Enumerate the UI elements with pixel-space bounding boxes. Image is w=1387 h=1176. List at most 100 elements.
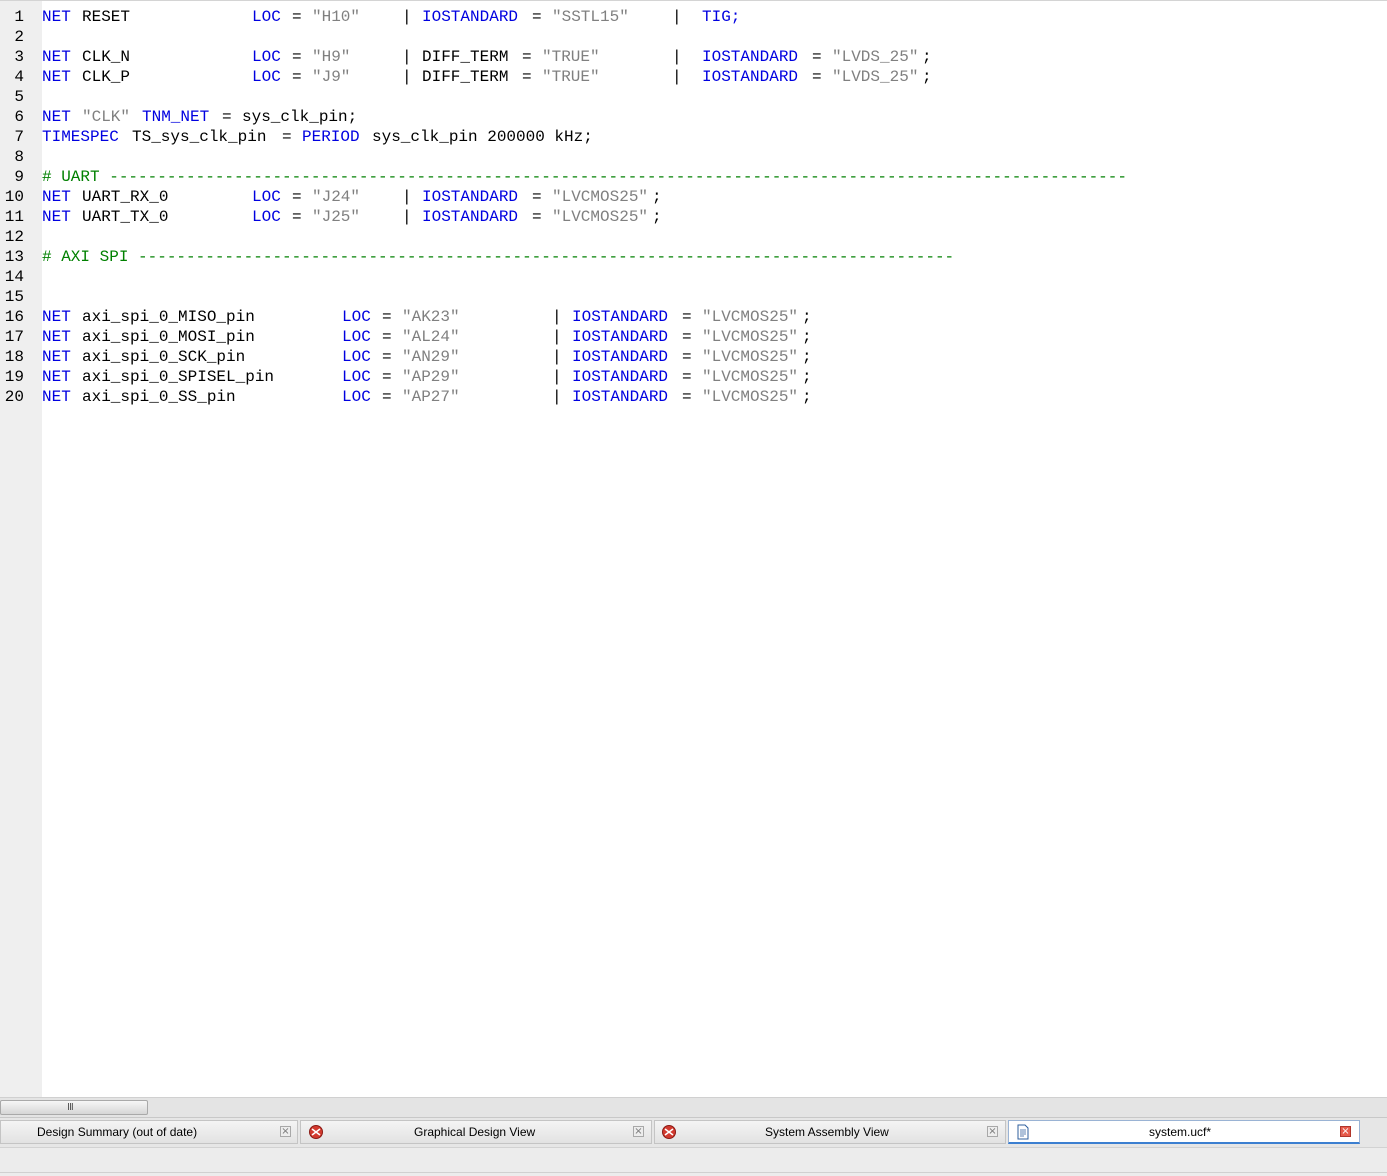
close-icon[interactable]: × xyxy=(280,1126,291,1137)
string-token: "LVDS_25" xyxy=(832,68,919,86)
close-icon[interactable]: × xyxy=(1340,1126,1351,1137)
text-token: = xyxy=(382,348,392,366)
string-token: "LVDS_25" xyxy=(832,48,919,66)
line-number: 1 xyxy=(14,8,24,26)
code-line[interactable]: 6 NET "CLK" TNM_NET = sys_clk_pin; xyxy=(0,107,1387,127)
tab-label: system.ucf* xyxy=(1149,1125,1212,1139)
text-token: sys_clk_pin 200000 kHz; xyxy=(372,128,593,146)
code-line[interactable]: 14 xyxy=(0,267,1387,287)
code-line[interactable]: 11 NET UART_TX_0 LOC = "J25" | IOSTANDARD = "LVCM… xyxy=(0,207,1387,227)
line-number: 2 xyxy=(14,28,24,46)
code-line[interactable]: 2 xyxy=(0,27,1387,47)
string-token: "J9" xyxy=(312,68,351,86)
text-token: axi_spi_0_SS_pin xyxy=(82,388,236,406)
text-token: sys_clk_pin; xyxy=(242,108,358,126)
text-token: = xyxy=(522,48,532,66)
line-number: 12 xyxy=(4,228,24,246)
keyword-token: IOSTANDARD xyxy=(702,68,799,86)
tab-system-ucf[interactable]: system.ucf* × xyxy=(1008,1120,1360,1144)
code-line[interactable]: 13 # AXI SPI ----------------------------… xyxy=(0,247,1387,267)
keyword-token: IOSTANDARD xyxy=(422,8,519,26)
text-token: DIFF_TERM xyxy=(422,48,509,66)
text-token: = xyxy=(682,388,692,406)
code-line[interactable]: 4 NET CLK_P LOC = "J9" | DIFF_TERM = "TRUE" | IOSTA… xyxy=(0,67,1387,87)
tab-system-assembly-view[interactable]: System Assembly View × xyxy=(654,1120,1006,1144)
line-number: 10 xyxy=(4,188,24,206)
document-icon xyxy=(1017,1124,1029,1140)
string-token: "H9" xyxy=(312,48,351,66)
text-token: = xyxy=(282,128,292,146)
text-token: = xyxy=(682,348,692,366)
text-token: | xyxy=(402,68,412,86)
code-line[interactable]: 18 NET axi_spi_0_SCK_pin LOC = "AN29" | IOSTAND… xyxy=(0,347,1387,367)
text-token: DIFF_TERM xyxy=(422,68,509,86)
text-token: ; xyxy=(922,48,932,66)
keyword-token: NET xyxy=(42,368,71,386)
code-line[interactable]: 19 NET axi_spi_0_SPISEL_pin LOC = "AP29" | IOST… xyxy=(0,367,1387,387)
text-token: axi_spi_0_MISO_pin xyxy=(82,308,255,326)
keyword-token: NET xyxy=(42,188,71,206)
text-token: ; xyxy=(802,348,812,366)
text-token: | xyxy=(672,68,682,86)
code-line[interactable]: 20 NET axi_spi_0_SS_pin LOC = "AP27" | IOSTANDA… xyxy=(0,387,1387,407)
keyword-token: IOSTANDARD xyxy=(702,48,799,66)
code-line[interactable]: 3 NET CLK_N LOC = "H9" | DIFF_TERM = "TRUE" | IOSTA… xyxy=(0,47,1387,67)
keyword-token: LOC xyxy=(342,308,371,326)
status-bar xyxy=(0,1147,1387,1176)
tab-design-summary[interactable]: Design Summary (out of date) × xyxy=(0,1120,298,1144)
string-token: "TRUE" xyxy=(542,48,600,66)
tab-label: Design Summary (out of date) xyxy=(37,1125,198,1139)
code-line[interactable]: 1 NET RESET LOC = "H10" | IOSTANDARD = "SSTL15" | T… xyxy=(0,7,1387,27)
keyword-token: PERIOD xyxy=(302,128,360,146)
text-token: ; xyxy=(802,328,812,346)
string-token: "J25" xyxy=(312,208,361,226)
code-line[interactable]: 8 xyxy=(0,147,1387,167)
text-token: TS_sys_clk_pin xyxy=(132,128,267,146)
text-token: axi_spi_0_SPISEL_pin xyxy=(82,368,275,386)
line-number: 8 xyxy=(14,148,24,166)
comment-token: # AXI SPI ------------------------------… xyxy=(42,248,955,266)
text-token: = xyxy=(292,8,302,26)
text-token: | xyxy=(402,188,412,206)
line-number: 14 xyxy=(4,268,24,286)
keyword-token: NET xyxy=(42,208,71,226)
code-line[interactable]: 15 xyxy=(0,287,1387,307)
string-token: "LVCMOS25" xyxy=(702,368,799,386)
close-icon[interactable]: × xyxy=(987,1126,998,1137)
string-token: "SSTL15" xyxy=(552,8,629,26)
tab-graphical-design-view[interactable]: Graphical Design View × xyxy=(300,1120,652,1144)
text-token: ; xyxy=(802,388,812,406)
horizontal-scrollbar[interactable]: III xyxy=(0,1097,1387,1118)
text-token: = xyxy=(682,368,692,386)
xps-icon xyxy=(309,1125,323,1139)
code-line[interactable]: 9 # UART --------------------------------… xyxy=(0,167,1387,187)
scrollbar-thumb[interactable]: III xyxy=(0,1100,148,1115)
keyword-token: LOC xyxy=(252,188,281,206)
tab-label: System Assembly View xyxy=(765,1125,889,1139)
code-line[interactable]: 7 TIMESPEC TS_sys_clk_pin = PERIOD sys_clk_pi… xyxy=(0,127,1387,147)
code-line[interactable]: 12 xyxy=(0,227,1387,247)
keyword-token: IOSTANDARD xyxy=(572,328,669,346)
string-token: "LVCMOS25" xyxy=(552,188,649,206)
comment-token: # UART ---------------------------------… xyxy=(42,168,1127,186)
code-editor[interactable]: 1 NET RESET LOC = "H10" | IOSTANDARD = "SSTL15" | T… xyxy=(0,0,1387,1098)
text-token: | xyxy=(402,8,412,26)
string-token: "J24" xyxy=(312,188,361,206)
keyword-token: LOC xyxy=(342,328,371,346)
string-token: "LVCMOS25" xyxy=(702,328,799,346)
code-line[interactable]: 17 NET axi_spi_0_MOSI_pin LOC = "AL24" | IOSTAN… xyxy=(0,327,1387,347)
code-line[interactable]: 10 NET UART_RX_0 LOC = "J24" | IOSTANDARD = "LVCM… xyxy=(0,187,1387,207)
code-line[interactable]: 5 xyxy=(0,87,1387,107)
text-token: = xyxy=(682,308,692,326)
line-number: 17 xyxy=(4,328,24,346)
code-line[interactable]: 16 NET axi_spi_0_MISO_pin LOC = "AK23" | IOSTAN… xyxy=(0,307,1387,327)
line-number: 7 xyxy=(14,128,24,146)
close-icon[interactable]: × xyxy=(633,1126,644,1137)
text-token: | xyxy=(402,208,412,226)
text-token: | xyxy=(552,348,562,366)
string-token: "CLK" xyxy=(82,108,131,126)
keyword-token: NET xyxy=(42,68,71,86)
text-token: = xyxy=(532,208,542,226)
document-tab-bar: Design Summary (out of date) × Graphical… xyxy=(0,1117,1387,1148)
text-token: = xyxy=(532,8,542,26)
